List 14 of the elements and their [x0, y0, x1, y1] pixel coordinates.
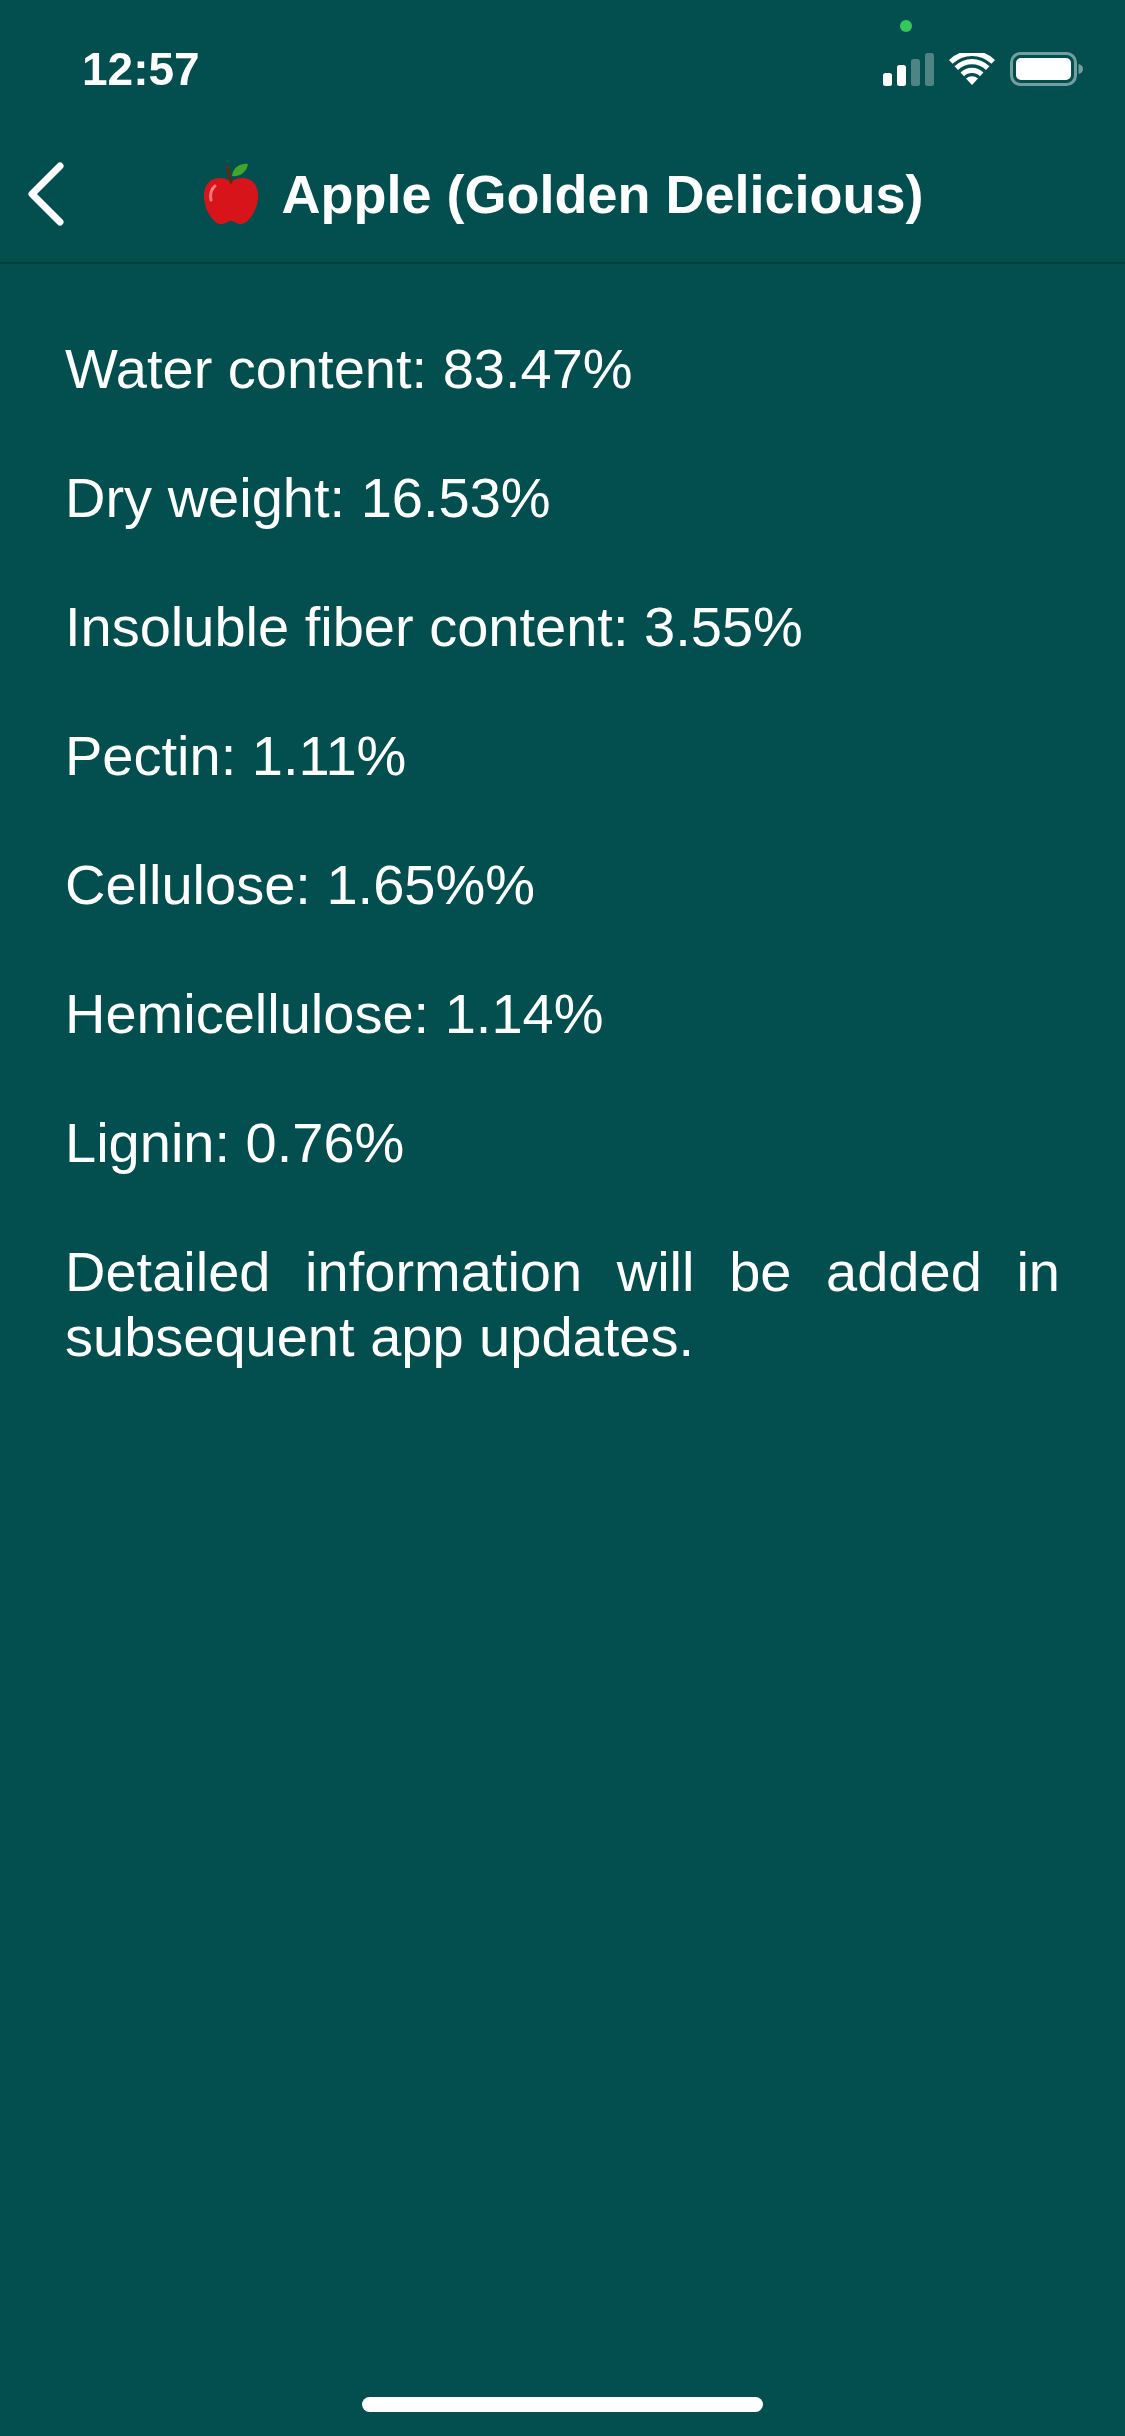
info-note: Detailed information will be added in subsequent app updates. [65, 1239, 1060, 1369]
signal-icon [883, 52, 934, 86]
nutrient-fact: Pectin: 1.11% [65, 723, 408, 788]
nutrient-fact: Water content: 83.47% [65, 336, 634, 401]
nutrient-fact: Lignin: 0.76% [65, 1110, 406, 1175]
nutrient-fact: Dry weight: 16.53% [65, 465, 552, 530]
back-button[interactable] [26, 162, 66, 226]
chevron-left-icon [26, 162, 66, 226]
nutrient-fact: Hemicellulose: 1.14% [65, 981, 605, 1046]
battery-icon [1010, 52, 1083, 86]
wifi-icon [949, 53, 995, 85]
nutrient-fact: Cellulose: 1.65%% [65, 852, 537, 917]
status-time: 12:57 [82, 46, 200, 92]
nutrient-fact: Insoluble fiber content: 3.55% [65, 594, 804, 659]
